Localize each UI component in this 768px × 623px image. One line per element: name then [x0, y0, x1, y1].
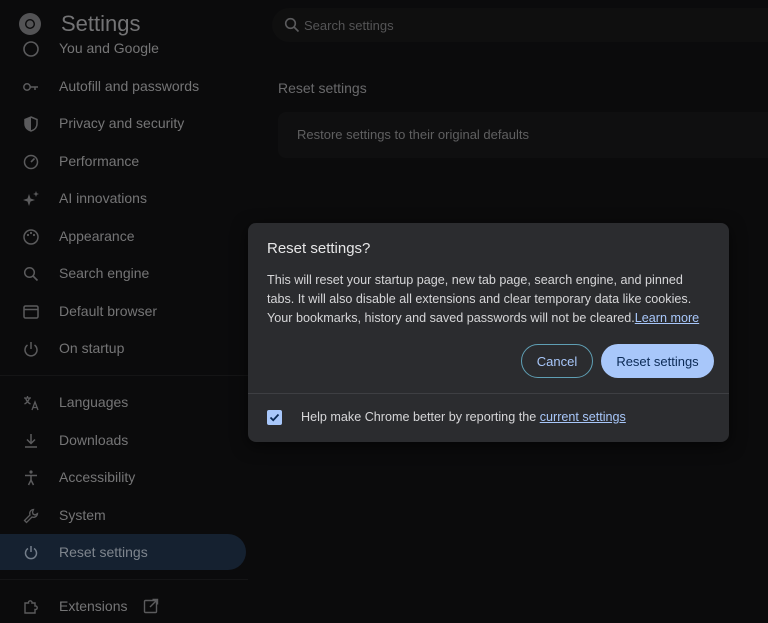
dialog-divider [248, 393, 729, 394]
current-settings-link[interactable]: current settings [540, 410, 626, 424]
dialog-title: Reset settings? [267, 240, 371, 257]
dialog-body-text: This will reset your startup page, new t… [267, 273, 692, 325]
reset-dialog: Reset settings? This will reset your sta… [248, 223, 729, 442]
checkmark-icon [269, 413, 280, 422]
report-settings-checkbox[interactable] [267, 410, 282, 425]
dialog-body: This will reset your startup page, new t… [267, 271, 713, 328]
checkbox-label: Help make Chrome better by reporting the… [301, 410, 626, 424]
learn-more-link[interactable]: Learn more [635, 311, 699, 325]
checkbox-label-text: Help make Chrome better by reporting the [301, 410, 540, 424]
reset-settings-button[interactable]: Reset settings [601, 344, 714, 378]
cancel-button[interactable]: Cancel [521, 344, 593, 378]
